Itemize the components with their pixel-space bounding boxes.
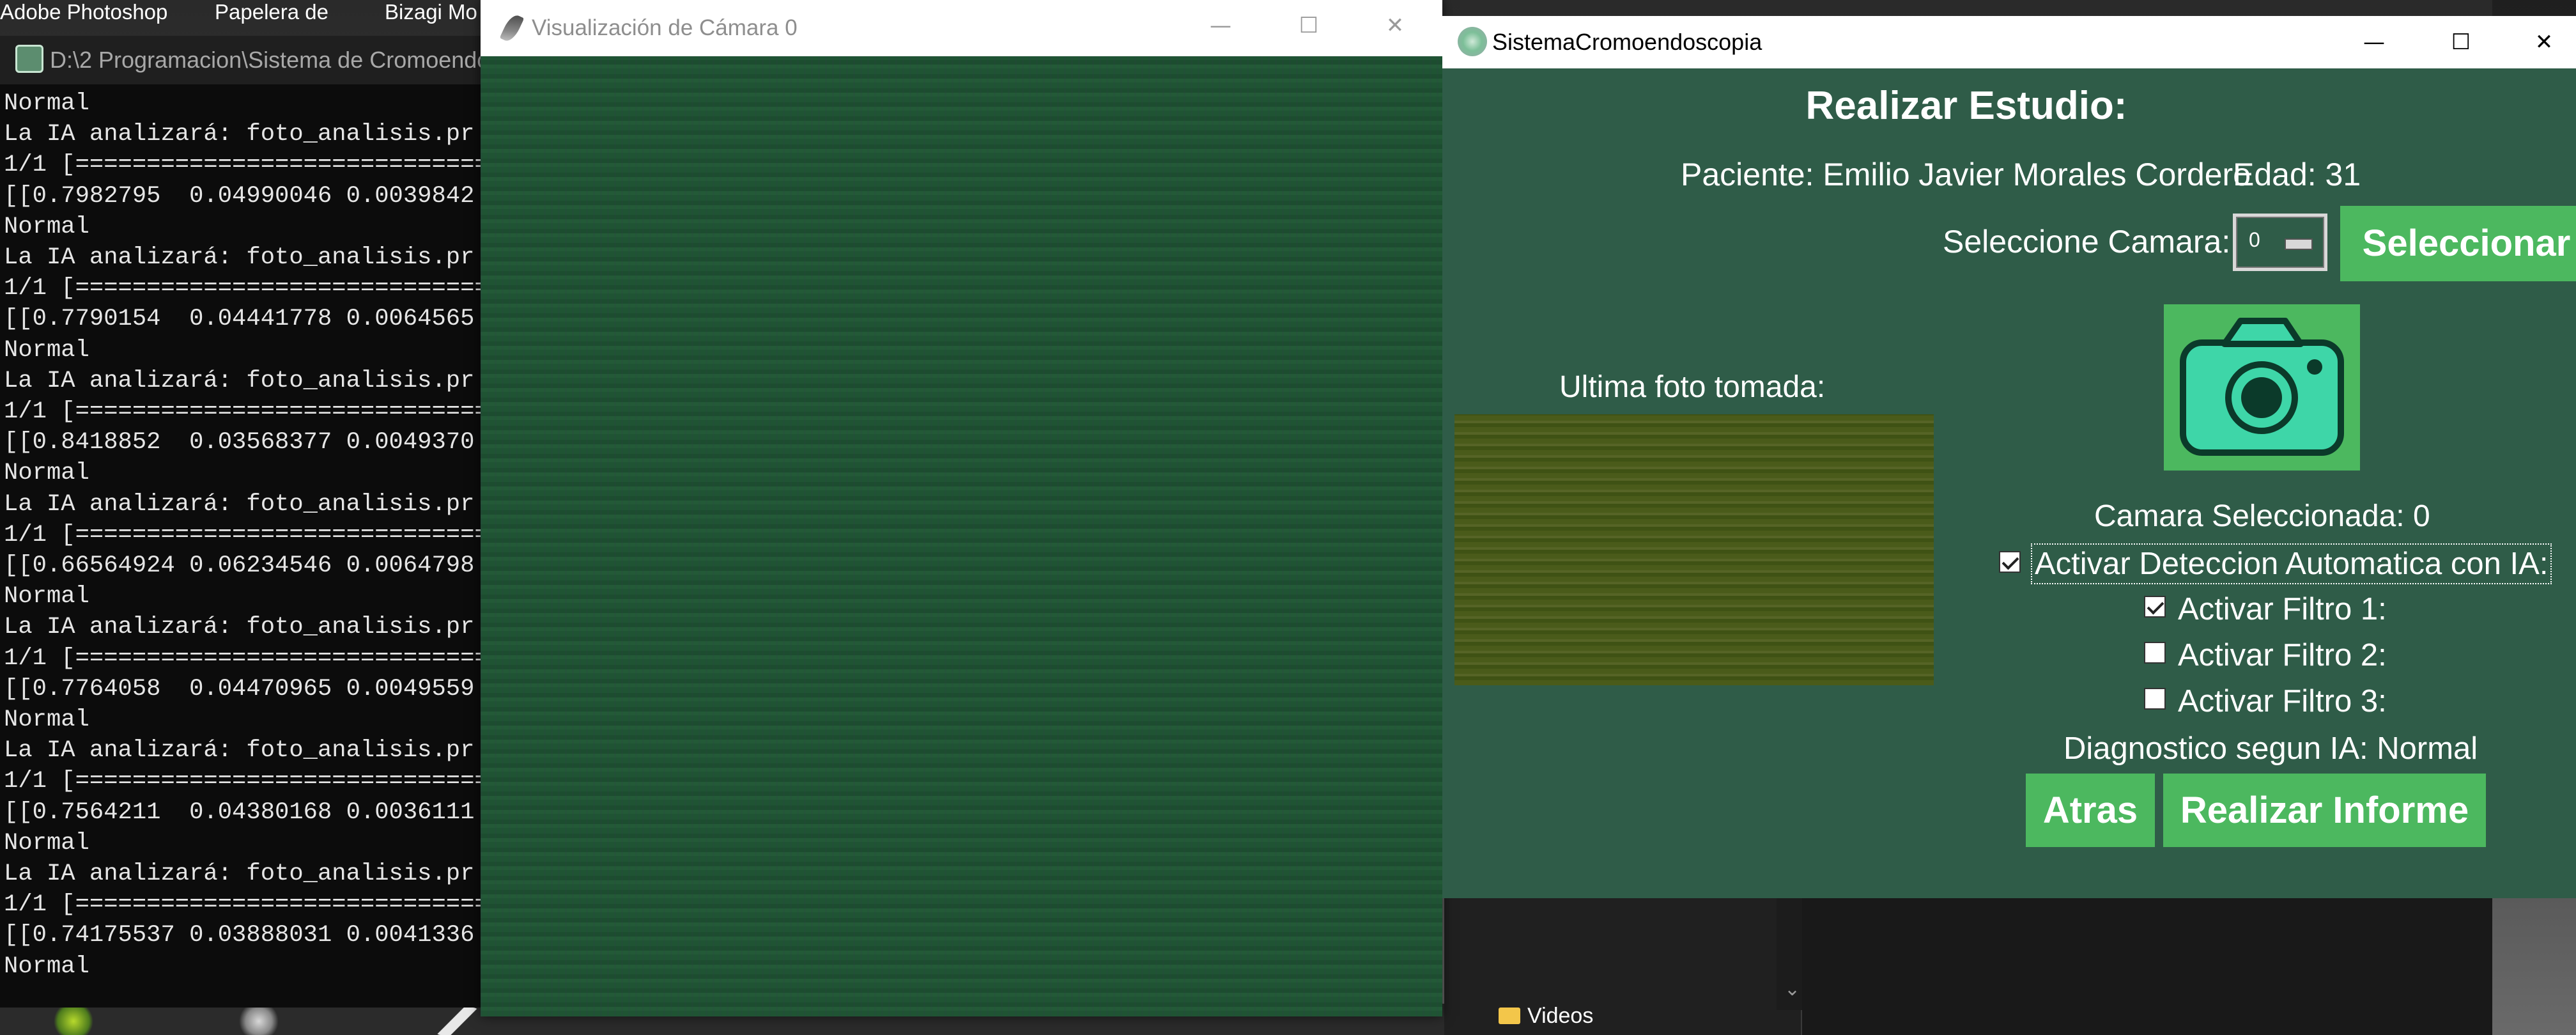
option-menu-indicator-icon — [2285, 238, 2313, 250]
take-photo-button[interactable] — [2164, 304, 2360, 471]
app-icon — [15, 45, 43, 73]
ia-detection-checkbox[interactable] — [1999, 551, 2021, 573]
console-line: [[0.7982795 0.04990046 0.0039842 — [4, 182, 475, 210]
minimize-icon[interactable]: — — [1195, 0, 1246, 51]
console-line: [[0.7564211 0.04380168 0.0036111 — [4, 798, 475, 826]
console-line: Normal — [4, 336, 89, 364]
folder-icon — [1499, 1008, 1520, 1024]
filter3-label[interactable]: Activar Filtro 3: — [2178, 683, 2387, 719]
close-icon[interactable]: ✕ — [1369, 0, 1421, 51]
minimize-icon[interactable]: — — [2339, 16, 2409, 68]
console-line: La IA analizará: foto_analisis.pr — [4, 614, 475, 641]
generate-report-button[interactable]: Realizar Informe — [2163, 774, 2486, 847]
console-line: Normal — [4, 460, 89, 487]
console-line: Normal — [4, 706, 89, 734]
patient-age: Edad: 31 — [2233, 157, 2361, 192]
patient-name: Paciente: Emilio Javier Morales Cordero — [1681, 157, 2251, 192]
file-explorer-window: ⌄ Videos — [1444, 882, 2492, 1035]
taskbar-app-icon[interactable] — [51, 1008, 96, 1035]
desktop-icon-photoshop[interactable]: Adobe Photoshop — [0, 0, 167, 24]
console-line: Normal — [4, 213, 89, 240]
console-line: La IA analizará: foto_analisis.pr — [4, 121, 475, 148]
console-line: 1/1 [============================= — [4, 275, 486, 302]
camera-icon — [2180, 318, 2344, 456]
console-line: [[0.7790154 0.04441778 0.0064565 — [4, 306, 475, 333]
console-line: Normal — [4, 953, 89, 980]
console-line: [[0.8418852 0.03568377 0.0049370 — [4, 429, 475, 456]
explorer-item-label: Videos — [1527, 1004, 1594, 1028]
console-line: La IA analizará: foto_analisis.pr — [4, 490, 475, 518]
console-line: 1/1 [============================= — [4, 398, 486, 426]
console-line: La IA analizará: foto_analisis.pr — [4, 860, 475, 888]
filter3-checkbox[interactable] — [2144, 688, 2166, 710]
chevron-down-icon[interactable]: ⌄ — [1784, 978, 1800, 1000]
filter1-checkbox[interactable] — [2144, 596, 2166, 618]
explorer-nav-pane — [1444, 882, 1802, 1035]
console-line: Normal — [4, 90, 89, 117]
ia-diagnosis: Diagnostico segun IA: Normal — [2063, 731, 2478, 766]
filter2-checkbox[interactable] — [2144, 642, 2166, 664]
console-line: La IA analizará: foto_analisis.pr — [4, 737, 475, 765]
taskbar-app-icon[interactable] — [236, 1008, 281, 1035]
console-line: [[0.66564924 0.06234546 0.0064798 — [4, 552, 475, 580]
app-window-title: SistemaCromoendoscopia — [1492, 29, 1762, 55]
ia-detection-label[interactable]: Activar Deteccion Automatica con IA: — [2031, 543, 2552, 584]
select-camera-label: Seleccione Camara: — [1943, 224, 2231, 260]
select-camera-button[interactable]: Seleccionar — [2340, 206, 2576, 281]
console-line: Normal — [4, 829, 89, 857]
camera-select-value: 0 — [2249, 228, 2260, 251]
back-button[interactable]: Atras — [2026, 774, 2155, 847]
camera-selected-label: Camara Seleccionada: 0 — [2094, 499, 2430, 533]
filter2-label[interactable]: Activar Filtro 2: — [2178, 637, 2387, 673]
console-line: 1/1 [============================= — [4, 768, 486, 795]
desktop-icon-labels: Adobe Photoshop Papelera de Bizagi Mo — [0, 0, 486, 27]
maximize-icon[interactable]: ☐ — [2426, 16, 2496, 68]
last-photo-label: Ultima foto tomada: — [1559, 370, 1826, 404]
console-title-bar[interactable]: D:\2 Programacion\Sistema de Cromoendo — [0, 36, 486, 84]
close-icon[interactable]: ✕ — [2512, 16, 2576, 68]
console-line: 1/1 [============================= — [4, 644, 486, 672]
explorer-scrollbar[interactable]: ⌄ — [1777, 882, 1802, 1010]
console-line: 1/1 [============================= — [4, 152, 486, 179]
camera-feed-noise — [481, 56, 1442, 1016]
taskbar-app-icon[interactable] — [435, 1008, 479, 1035]
maximize-icon[interactable]: ☐ — [1283, 0, 1334, 51]
console-line: 1/1 [============================= — [4, 891, 486, 919]
console-output: Normal La IA analizará: foto_analisis.pr 1… — [4, 88, 486, 983]
console-line: Normal — [4, 583, 89, 611]
app-icon — [1458, 27, 1487, 56]
desktop-icon-bizagi[interactable]: Bizagi Mo — [385, 0, 477, 24]
console-line: [[0.7764058 0.04470965 0.0049559 — [4, 675, 475, 703]
console-title: D:\2 Programacion\Sistema de Cromoendo — [50, 47, 486, 73]
console-line: 1/1 [============================= — [4, 521, 486, 549]
console-line: La IA analizará: foto_analisis.pr — [4, 367, 475, 394]
last-photo-image — [1454, 414, 1934, 685]
page-title: Realizar Estudio: — [1805, 84, 2127, 128]
filter1-label[interactable]: Activar Filtro 1: — [2178, 591, 2387, 627]
console-line: La IA analizará: foto_analisis.pr — [4, 244, 475, 272]
camera-window-title: Visualización de Cámara 0 — [532, 15, 798, 40]
desktop-icon-recycle-bin[interactable]: Papelera de — [215, 0, 328, 24]
console-line: [[0.74175537 0.03888031 0.0041336 — [4, 922, 475, 949]
explorer-item-videos[interactable]: Videos — [1499, 1004, 1594, 1029]
camera-select[interactable]: 0 — [2233, 214, 2327, 271]
